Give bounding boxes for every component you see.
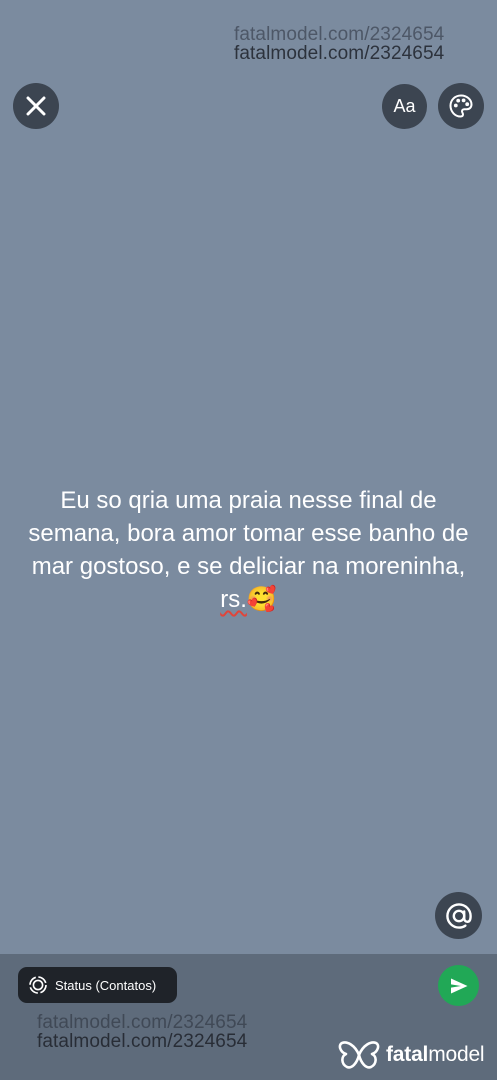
text-style-button[interactable]: Aa	[382, 84, 427, 129]
status-text-flagged-word: rs.	[220, 586, 247, 613]
fatalmodel-brand: fatalmodel	[338, 1039, 485, 1071]
smiling-face-with-hearts-emoji: 🥰	[246, 586, 277, 613]
watermark-top-2: fatalmodel.com/2324654	[234, 43, 445, 64]
status-canvas[interactable]	[0, 0, 497, 954]
mention-button[interactable]	[435, 892, 482, 939]
close-icon	[26, 96, 46, 116]
close-button[interactable]	[13, 83, 59, 129]
brand-wordmark: fatalmodel	[386, 1043, 485, 1067]
status-text-main: Eu so qria uma praia nesse final de sema…	[28, 487, 469, 580]
palette-icon	[449, 94, 473, 118]
at-sign-icon	[445, 902, 472, 929]
watermark-top-1: fatalmodel.com/2324654	[234, 24, 445, 45]
watermark-bottom-2: fatalmodel.com/2324654	[37, 1031, 248, 1052]
status-text[interactable]: Eu so qria uma praia nesse final de sema…	[18, 484, 479, 616]
color-palette-button[interactable]	[438, 83, 484, 129]
brand-wordmark-part1: fatal	[386, 1043, 429, 1066]
butterfly-logo-icon	[338, 1041, 380, 1069]
status-ring-icon	[28, 975, 48, 995]
text-style-label: Aa	[393, 96, 416, 116]
watermark-bottom-1: fatalmodel.com/2324654	[37, 1012, 248, 1033]
brand-wordmark-part2: model	[428, 1043, 485, 1066]
status-privacy-label: Status (Contatos)	[55, 977, 157, 993]
send-button[interactable]	[438, 965, 479, 1006]
send-icon	[450, 978, 467, 993]
status-privacy-button[interactable]: Status (Contatos)	[18, 967, 177, 1003]
